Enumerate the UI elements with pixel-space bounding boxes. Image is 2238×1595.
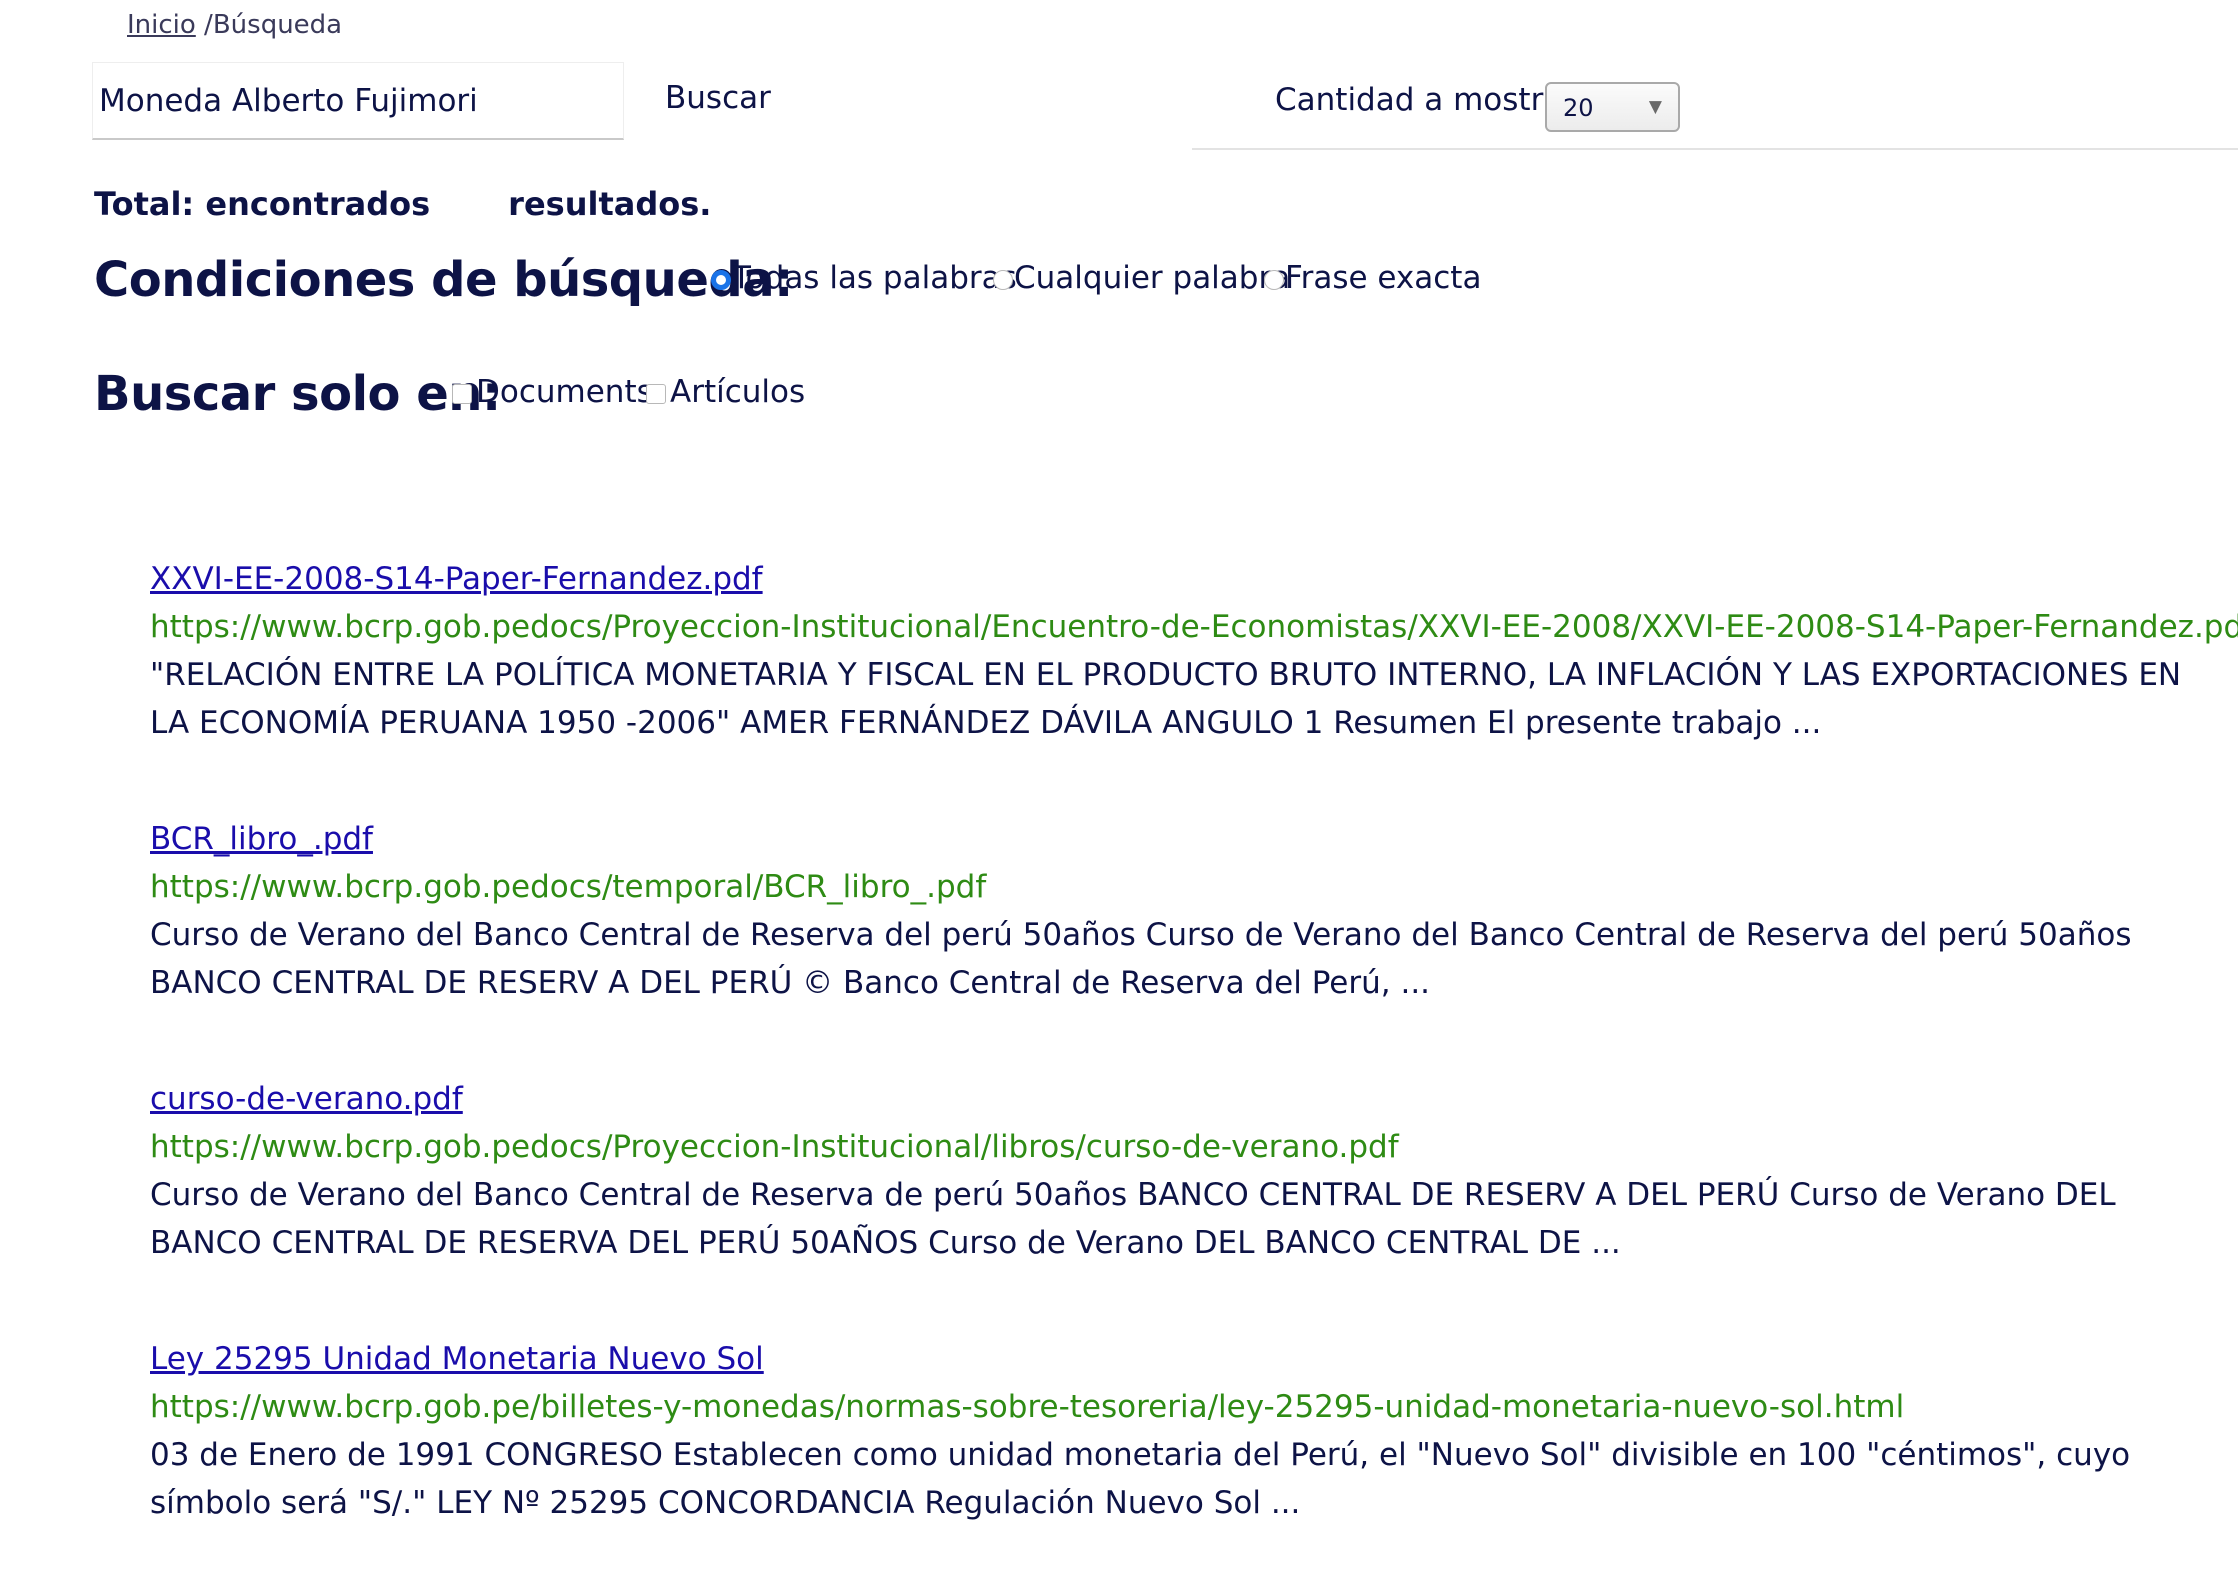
radio-exact-phrase-label: Frase exacta [1285, 260, 1482, 296]
quantity-label: Cantidad a mostrar [1275, 82, 1576, 118]
result-title-link[interactable]: BCR_libro_.pdf [150, 815, 373, 863]
result-snippet: Curso de Verano del Banco Central de Res… [150, 917, 2132, 1001]
radio-unchecked-icon[interactable] [993, 270, 1013, 290]
radio-unchecked-icon[interactable] [1264, 270, 1284, 290]
quantity-select-value: 20 [1563, 94, 1594, 122]
checkbox-articles-label: Artículos [670, 374, 806, 410]
result-url[interactable]: https://www.bcrp.gob.pedocs/Proyeccion-I… [150, 603, 2238, 651]
breadcrumb-home-link[interactable]: Inicio [127, 10, 196, 40]
result-url[interactable]: https://www.bcrp.gob.pedocs/Proyeccion-I… [150, 1123, 2190, 1171]
checkbox-documents-label: Documents [476, 374, 653, 410]
radio-checked-icon[interactable] [711, 270, 731, 290]
quantity-select[interactable]: 20 ▼ [1545, 82, 1680, 132]
divider [1192, 148, 2238, 150]
breadcrumb-current: Búsqueda [212, 10, 343, 40]
results-list: XXVI-EE-2008-S14-Paper-Fernandez.pdf htt… [150, 555, 2238, 1595]
result-item: XXVI-EE-2008-S14-Paper-Fernandez.pdf htt… [150, 555, 2238, 747]
result-url[interactable]: https://www.bcrp.gob.pedocs/temporal/BCR… [150, 863, 2190, 911]
result-title-link[interactable]: curso-de-verano.pdf [150, 1075, 463, 1123]
radio-all-words[interactable]: Todas las palabras [711, 260, 1017, 296]
result-item: BCR_libro_.pdf https://www.bcrp.gob.pedo… [150, 815, 2190, 1007]
result-snippet: 03 de Enero de 1991 CONGRESO Establecen … [150, 1437, 2131, 1521]
radio-all-words-label: Todas las palabras [732, 260, 1017, 296]
breadcrumb-separator: / [195, 10, 213, 40]
results-total: Total: encontrados resultados. [94, 185, 712, 223]
checkbox-icon[interactable] [646, 384, 666, 404]
result-snippet: "RELACIÓN ENTRE LA POLÍTICA MONETARIA Y … [150, 657, 2182, 741]
result-url[interactable]: https://www.bcrp.gob.pe/billetes-y-moned… [150, 1383, 2190, 1431]
checkbox-icon[interactable] [452, 384, 472, 404]
search-button[interactable]: Buscar [665, 80, 771, 116]
chevron-down-icon: ▼ [1648, 97, 1662, 117]
radio-any-word-label: Cualquier palabra [1014, 260, 1291, 296]
result-item: curso-de-verano.pdf https://www.bcrp.gob… [150, 1075, 2190, 1267]
checkbox-documents[interactable]: Documents [452, 374, 653, 410]
only-in-title: Buscar solo en: [94, 366, 501, 422]
result-snippet: Curso de Verano del Banco Central de Res… [150, 1177, 2116, 1261]
search-input[interactable] [92, 62, 624, 140]
conditions-title: Condiciones de búsqueda: [94, 252, 793, 308]
result-title-link[interactable]: Ley 25295 Unidad Monetaria Nuevo Sol [150, 1335, 764, 1383]
radio-any-word[interactable]: Cualquier palabra [993, 260, 1290, 296]
checkbox-articles[interactable]: Artículos [646, 374, 805, 410]
result-item: Ley 25295 Unidad Monetaria Nuevo Sol htt… [150, 1335, 2190, 1527]
result-title-link[interactable]: XXVI-EE-2008-S14-Paper-Fernandez.pdf [150, 555, 763, 603]
radio-exact-phrase[interactable]: Frase exacta [1264, 260, 1481, 296]
breadcrumb: Inicio /Búsqueda [127, 10, 342, 40]
